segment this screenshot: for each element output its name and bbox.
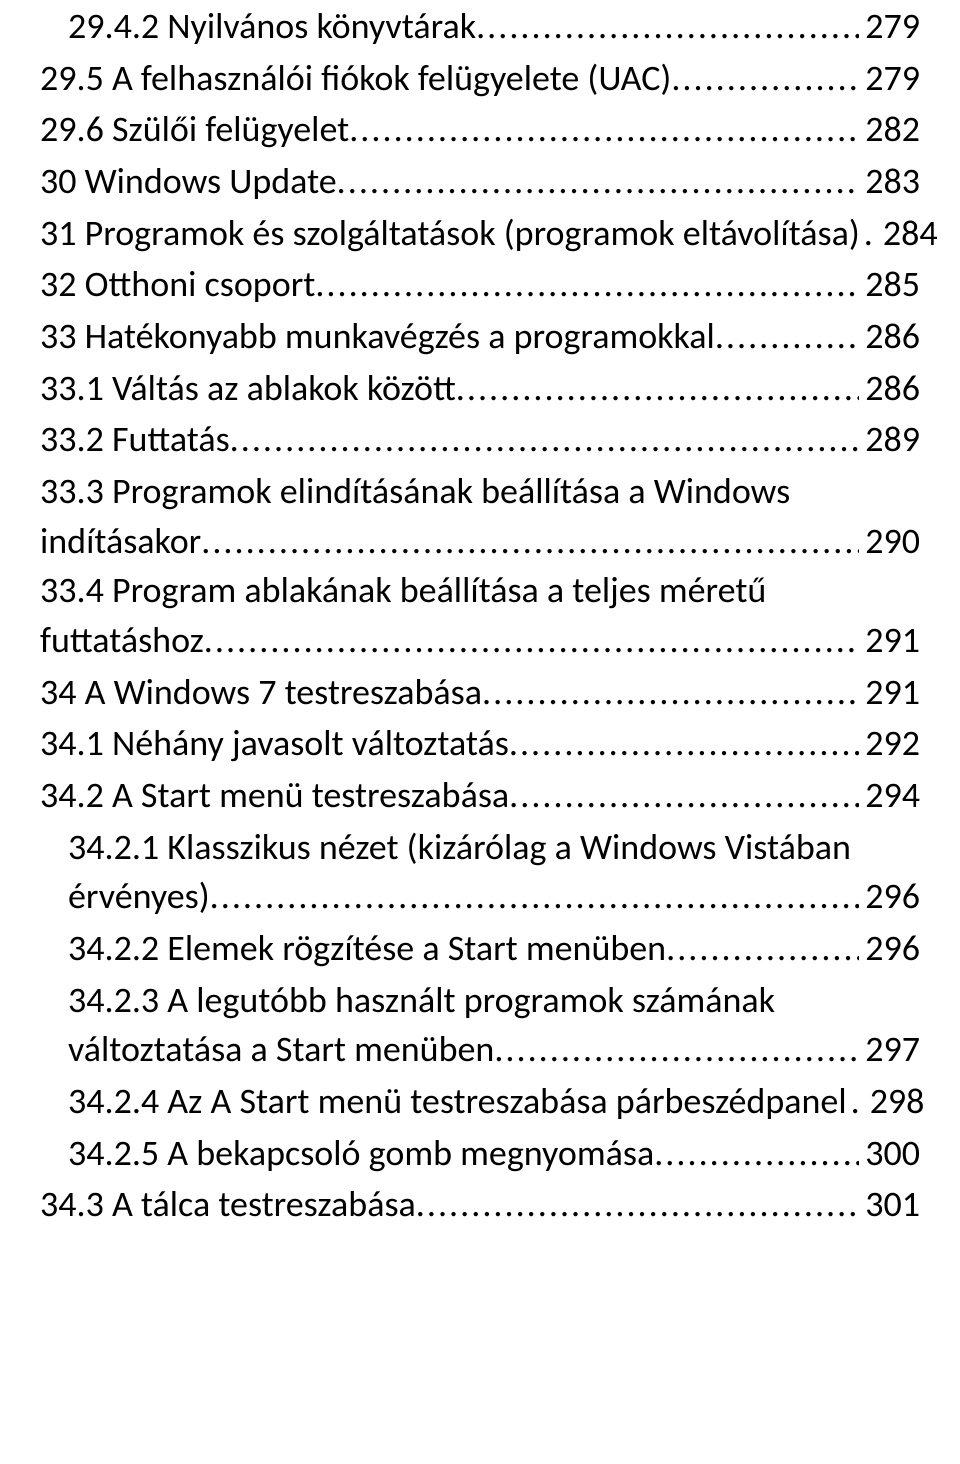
toc-page-number: 286 <box>859 312 920 362</box>
toc-page-number: 292 <box>859 719 920 769</box>
toc-leader-dots <box>476 2 859 52</box>
toc-entry: 29.4.2 Nyilvános könyvtárak 279 <box>40 2 920 52</box>
toc-entry: 33.3 Programok elindításának beállítása … <box>40 467 920 566</box>
toc-text: 34.3 A tálca testreszabása <box>40 1180 416 1230</box>
toc-page-number: 286 <box>859 364 920 414</box>
toc-leader-dots <box>666 924 859 974</box>
toc-text: 29.6 Szülői felügyelet <box>40 105 349 155</box>
toc-page-number: 298 <box>864 1077 925 1127</box>
toc-page-number: 289 <box>859 415 920 465</box>
toc-leader-dots <box>201 517 859 567</box>
toc-entry: 34.2.4 Az A Start menü testreszabása pár… <box>40 1077 920 1127</box>
toc-entry: 34.2.2 Elemek rögzítése a Start menüben 2… <box>40 924 920 974</box>
toc-leader-dots <box>509 771 859 821</box>
toc-entry: 33.2 Futtatás 289 <box>40 415 920 465</box>
toc-page-number: 300 <box>859 1129 920 1179</box>
toc-page-number: 294 <box>859 771 920 821</box>
toc-text: 33.2 Futtatás <box>40 415 230 465</box>
toc-entry: 34.3 A tálca testreszabása 301 <box>40 1180 920 1230</box>
toc-entry: 33.1 Váltás az ablakok között 286 <box>40 364 920 414</box>
toc-page-number: 291 <box>859 668 920 718</box>
toc-entry: 34 A Windows 7 testreszabása 291 <box>40 668 920 718</box>
toc-text: 29.5 A felhasználói fiókok felügyelete (… <box>40 54 671 104</box>
toc-entry: 33 Hatékonyabb munkavégzés a programokka… <box>40 312 920 362</box>
toc-text: 31 Programok és szolgáltatások (programo… <box>40 209 860 259</box>
toc-leader-dots <box>654 1129 859 1179</box>
toc-text: 34.2.2 Elemek rögzítése a Start menüben <box>68 924 666 974</box>
toc-leader-dots <box>349 105 859 155</box>
toc-text: 33.4 Program ablakának beállítása a telj… <box>40 566 920 616</box>
toc-text: 34.2.1 Klasszikus nézet (kizárólag a Win… <box>68 823 920 873</box>
toc-entry: 34.2.3 A legutóbb használt programok szá… <box>40 976 920 1075</box>
toc-page-number: 285 <box>859 260 920 310</box>
toc-leader-dots <box>671 54 859 104</box>
toc-leader-dots <box>456 364 859 414</box>
toc-leader-dots <box>230 415 860 465</box>
toc-entry: 33.4 Program ablakának beállítása a telj… <box>40 566 920 665</box>
toc-entry: 34.2 A Start menü testreszabása 294 <box>40 771 920 821</box>
toc-leader-dots <box>210 872 860 922</box>
toc-text: 34.2.5 A bekapcsoló gomb megnyomása <box>68 1129 654 1179</box>
toc-page-number: 283 <box>859 157 920 207</box>
toc-page-number: 290 <box>859 517 920 567</box>
toc-text: 33 Hatékonyabb munkavégzés a programokka… <box>40 312 715 362</box>
toc-page-number: 291 <box>859 616 920 666</box>
toc-page-number: 284 <box>877 209 938 259</box>
toc-text: érvényes) <box>68 872 210 922</box>
toc-leader-dots <box>494 1025 859 1075</box>
toc-text: 34.2 A Start menü testreszabása <box>40 771 509 821</box>
toc-text: 34.1 Néhány javasolt változtatás <box>40 719 509 769</box>
toc-text: futtatáshoz <box>40 616 204 666</box>
toc-page-number: 279 <box>859 2 920 52</box>
toc-text: indításakor <box>40 517 201 567</box>
toc-entry: 34.2.1 Klasszikus nézet (kizárólag a Win… <box>40 823 920 922</box>
toc-entry: 30 Windows Update 283 <box>40 157 920 207</box>
toc-leader-dots <box>509 719 859 769</box>
toc-text: 34.2.4 Az A Start menü testreszabása pár… <box>68 1077 847 1127</box>
toc-entry: 34.2.5 A bekapcsoló gomb megnyomása 300 <box>40 1129 920 1179</box>
toc-page-number: 279 <box>859 54 920 104</box>
toc-entry: 34.1 Néhány javasolt változtatás 292 <box>40 719 920 769</box>
toc-entry: 29.6 Szülői felügyelet 282 <box>40 105 920 155</box>
toc-separator: . <box>860 209 877 259</box>
toc-text: 30 Windows Update <box>40 157 337 207</box>
toc-leader-dots <box>337 157 860 207</box>
toc-entry: 32 Otthoni csoport 285 <box>40 260 920 310</box>
toc-page-number: 282 <box>859 105 920 155</box>
toc-text: 32 Otthoni csoport <box>40 260 315 310</box>
toc-text: változtatása a Start menüben <box>68 1025 494 1075</box>
toc-text: 34 A Windows 7 testreszabása <box>40 668 482 718</box>
toc-page-number: 301 <box>859 1180 920 1230</box>
toc-page-number: 297 <box>859 1025 920 1075</box>
toc-leader-dots <box>315 260 859 310</box>
toc-leader-dots <box>715 312 859 362</box>
toc-text: 33.3 Programok elindításának beállítása … <box>40 467 920 517</box>
toc-page-number: 296 <box>859 924 920 974</box>
toc-leader-dots <box>204 616 859 666</box>
toc-text: 29.4.2 Nyilvános könyvtárak <box>68 2 476 52</box>
toc-separator: . <box>847 1077 864 1127</box>
toc-text: 34.2.3 A legutóbb használt programok szá… <box>68 976 920 1026</box>
table-of-contents: 29.4.2 Nyilvános könyvtárak 279 29.5 A fel… <box>0 2 960 1252</box>
toc-leader-dots <box>482 668 859 718</box>
toc-entry: 29.5 A felhasználói fiókok felügyelete (… <box>40 54 920 104</box>
toc-page-number: 296 <box>859 872 920 922</box>
toc-entry: 31 Programok és szolgáltatások (programo… <box>40 209 920 259</box>
toc-text: 33.1 Váltás az ablakok között <box>40 364 456 414</box>
toc-leader-dots <box>416 1180 859 1230</box>
